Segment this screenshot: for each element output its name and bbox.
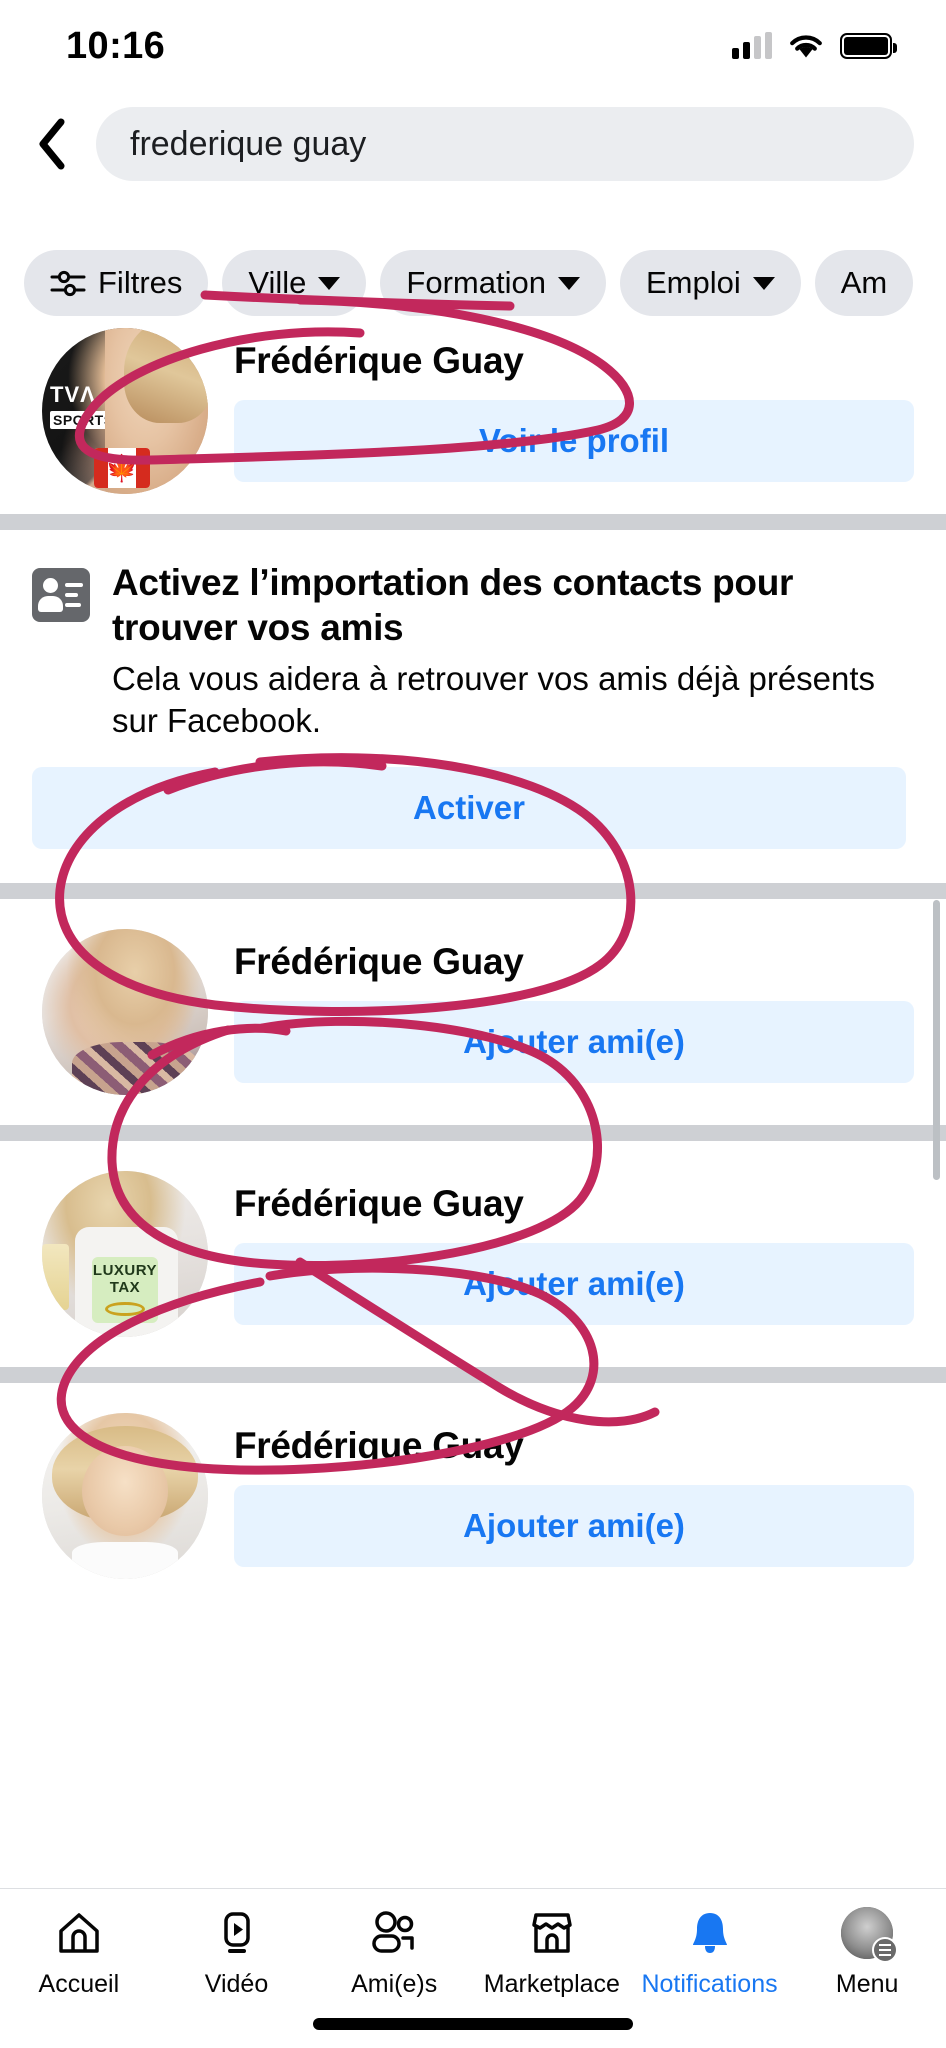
search-input-value: frederique guay: [130, 124, 367, 163]
result-name: Frédérique Guay: [234, 940, 524, 982]
contacts-import-subtitle: Cela vous aidera à retrouver vos amis dé…: [112, 660, 876, 739]
nav-marketplace-label: Marketplace: [483, 1970, 620, 1998]
chip-emploi-label: Emploi: [645, 265, 741, 300]
search-input[interactable]: frederique guay: [96, 107, 914, 181]
video-play-icon: [213, 1907, 261, 1959]
chevron-down-icon: [318, 276, 341, 290]
result-name: Frédérique Guay: [234, 1182, 524, 1224]
home-indicator: [313, 2018, 633, 2030]
table-row[interactable]: TVΛ SPORTS 🍁 Frédérique Guay Voir le pro…: [0, 320, 946, 514]
canada-flag-badge: 🍁: [94, 448, 150, 488]
chevron-down-icon: [557, 276, 580, 290]
friends-icon: [368, 1907, 420, 1959]
store-icon: [528, 1907, 576, 1959]
view-profile-button[interactable]: Voir le profil: [234, 400, 914, 482]
back-chevron-icon: [39, 118, 65, 170]
status-icons: [732, 32, 897, 60]
nav-marketplace[interactable]: Marketplace: [473, 1907, 631, 1999]
result-name: Frédérique Guay: [234, 1424, 524, 1466]
result-name: Frédérique Guay: [234, 340, 524, 381]
chip-amis-label: Am: [840, 265, 888, 300]
avatar[interactable]: TVΛ SPORTS 🍁: [42, 328, 208, 494]
battery-icon: [840, 33, 897, 59]
result-body: Frédérique Guay Voir le profil: [234, 340, 914, 482]
section-divider: [0, 1124, 946, 1141]
chip-ville[interactable]: Ville: [222, 250, 367, 316]
scrollbar[interactable]: [933, 900, 940, 1180]
section-divider: [0, 1366, 946, 1383]
table-row[interactable]: Frédérique Guay Ajouter ami(e): [0, 898, 946, 1125]
result-body: Frédérique Guay Ajouter ami(e): [234, 941, 914, 1083]
chip-amis[interactable]: Am: [814, 250, 914, 316]
signal-icon: [732, 32, 772, 59]
search-header: frederique guay: [0, 100, 946, 188]
filter-chips-row[interactable]: Filtres Ville Formation Emploi Am: [0, 248, 946, 318]
hamburger-badge-icon: [872, 1937, 899, 1963]
table-row[interactable]: Frédérique Guay Ajouter ami(e): [0, 1382, 946, 1609]
chevron-down-icon: [752, 276, 775, 290]
result-body: Frédérique Guay Ajouter ami(e): [234, 1183, 914, 1325]
chip-emploi[interactable]: Emploi: [619, 250, 801, 316]
phone-screen: 10:16 frederique guay Filtres Ville Form…: [0, 0, 946, 2048]
nav-notifications[interactable]: Notifications: [631, 1907, 789, 1999]
add-friend-button[interactable]: Ajouter ami(e): [234, 1242, 914, 1325]
bell-icon: [686, 1907, 734, 1959]
chip-filtres-label: Filtres: [98, 265, 183, 300]
nav-amis[interactable]: Ami(e)s: [315, 1907, 473, 1999]
contacts-import-title: Activez l’importation des contacts pour …: [112, 562, 794, 649]
chip-ville-label: Ville: [248, 265, 307, 300]
table-row[interactable]: LUXURY TAX Frédérique Guay Ajouter ami(e): [0, 1140, 946, 1367]
activer-button[interactable]: Activer: [32, 766, 906, 849]
section-divider: [0, 882, 946, 899]
search-results-list[interactable]: TVΛ SPORTS 🍁 Frédérique Guay Voir le pro…: [0, 320, 946, 1609]
avatar[interactable]: [42, 928, 208, 1095]
contact-card-icon: [32, 568, 90, 622]
result-body: Frédérique Guay Ajouter ami(e): [234, 1425, 914, 1567]
nav-notifications-label: Notifications: [641, 1970, 778, 1998]
nav-video[interactable]: Vidéo: [158, 1907, 316, 1999]
nav-video-label: Vidéo: [204, 1970, 269, 1998]
nav-menu-label: Menu: [835, 1970, 899, 1998]
status-bar: 10:16: [0, 0, 946, 92]
section-divider: [0, 514, 946, 530]
avatar[interactable]: LUXURY TAX: [42, 1170, 208, 1337]
menu-avatar-icon: [841, 1907, 899, 1963]
nav-accueil[interactable]: Accueil: [0, 1907, 158, 1999]
contacts-import-card: Activez l’importation des contacts pour …: [0, 530, 946, 883]
chip-filtres[interactable]: Filtres: [24, 250, 209, 316]
status-time: 10:16: [66, 24, 166, 67]
luxury-tax-shirt-graphic: LUXURY TAX: [91, 1257, 159, 1324]
wifi-icon: [790, 34, 822, 57]
add-friend-button[interactable]: Ajouter ami(e): [234, 1000, 914, 1083]
nav-accueil-label: Accueil: [38, 1970, 120, 1998]
back-button[interactable]: [22, 109, 82, 179]
nav-menu[interactable]: Menu: [788, 1907, 946, 1999]
add-friend-button[interactable]: Ajouter ami(e): [234, 1484, 914, 1567]
sliders-icon: [50, 270, 86, 297]
nav-amis-label: Ami(e)s: [351, 1970, 438, 1998]
chip-formation-label: Formation: [406, 265, 546, 300]
avatar[interactable]: [42, 1412, 208, 1579]
chip-formation[interactable]: Formation: [380, 250, 606, 316]
home-icon: [55, 1907, 103, 1959]
